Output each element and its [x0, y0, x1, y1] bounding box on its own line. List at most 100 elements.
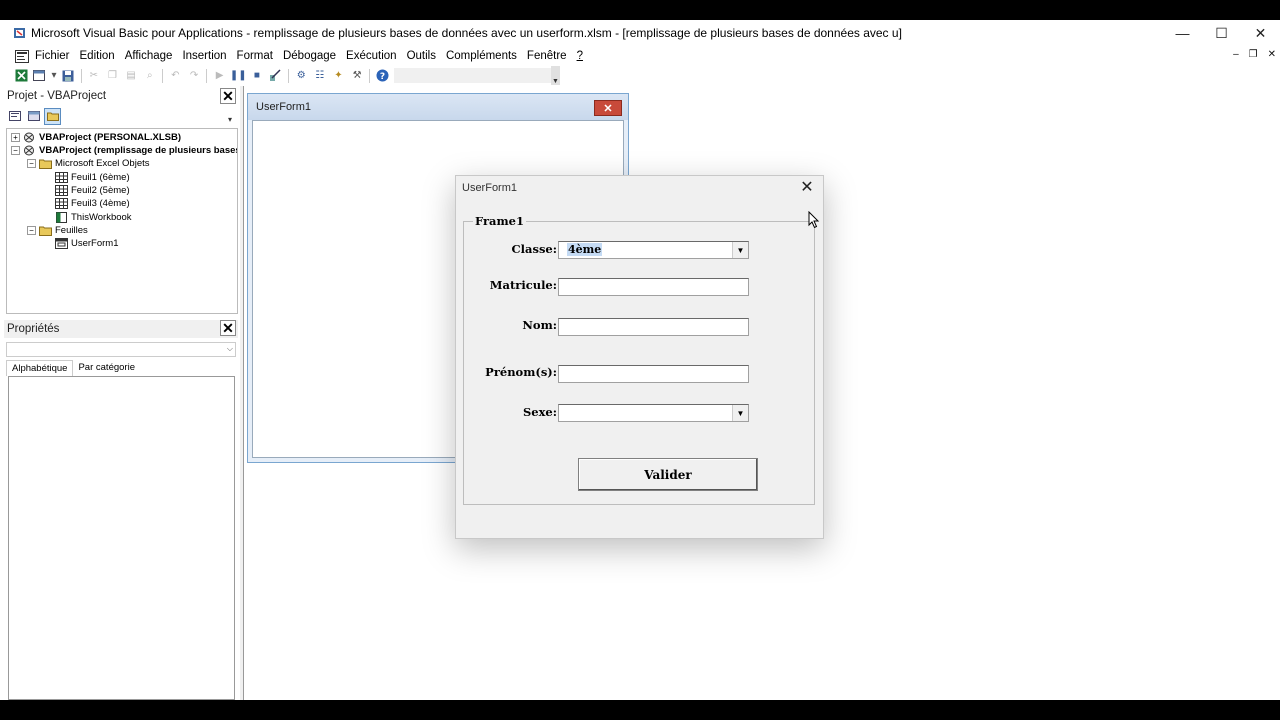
sexe-label: Sexe: [522, 405, 557, 419]
help-icon[interactable]: ? [373, 67, 392, 84]
matricule-label: Matricule: [489, 278, 557, 292]
close-window-button[interactable]: ✕ [1241, 20, 1280, 46]
vba-editor-window: Microsoft Visual Basic pour Applications… [0, 20, 1280, 700]
project-panel-close-button[interactable]: ✕ [220, 88, 236, 104]
tree-node-workbook[interactable]: − VBAProject (remplissage de plusieurs b… [11, 144, 237, 157]
menu-fenetre[interactable]: Fenêtre [527, 50, 567, 62]
properties-window-icon[interactable]: ☷ [311, 67, 330, 84]
folder-icon [39, 225, 52, 236]
collapse-icon[interactable]: − [27, 226, 36, 235]
pause-icon[interactable]: ❚❚ [229, 67, 248, 84]
toolbar-position-field [394, 68, 552, 83]
matricule-field[interactable] [558, 278, 749, 296]
undo-icon[interactable]: ↶ [166, 67, 185, 84]
run-icon[interactable]: ▶ [210, 67, 229, 84]
menu-edition[interactable]: Edition [80, 50, 115, 62]
excel-view-icon[interactable] [12, 67, 31, 84]
userform-design-close-button[interactable]: ✕ [594, 100, 622, 116]
tree-node-thisworkbook[interactable]: ThisWorkbook [55, 211, 132, 224]
toolbar-separator [287, 68, 289, 83]
prenom-field[interactable] [558, 365, 749, 383]
minimize-button[interactable]: — [1163, 20, 1202, 46]
tree-node-feuil2[interactable]: Feuil2 (5ème) [55, 184, 130, 197]
reset-icon[interactable]: ■ [248, 67, 267, 84]
redo-icon[interactable]: ↷ [185, 67, 204, 84]
expand-icon[interactable]: + [11, 133, 20, 142]
mdi-close-button[interactable]: ✕ [1268, 49, 1276, 60]
tree-label: Feuil3 (4ème) [71, 198, 130, 209]
tree-node-feuilles[interactable]: − Feuilles [27, 224, 88, 237]
toolbar-separator [80, 68, 82, 83]
project-toolbar [6, 106, 238, 126]
screen-bottom-bar [0, 700, 1280, 720]
valider-button[interactable]: Valider [578, 458, 758, 491]
menu-debogage[interactable]: Débogage [283, 50, 336, 62]
mdi-minimize-button[interactable]: – [1233, 49, 1239, 60]
menu-complements[interactable]: Compléments [446, 50, 517, 62]
properties-grid [8, 376, 235, 700]
menu-insertion[interactable]: Insertion [182, 50, 226, 62]
vbaproject-icon [23, 145, 36, 156]
maximize-button[interactable]: ☐ [1202, 20, 1241, 46]
menu-execution[interactable]: Exécution [346, 50, 397, 62]
project-tree: + VBAProject (PERSONAL.XLSB) − VBAProjec… [6, 128, 238, 314]
tree-node-personal[interactable]: + VBAProject (PERSONAL.XLSB) [11, 131, 181, 144]
object-browser-icon[interactable]: ✦ [329, 67, 348, 84]
design-mode-icon[interactable] [266, 67, 285, 84]
menu-format[interactable]: Format [237, 50, 273, 62]
tree-label: Feuil1 (6ème) [71, 172, 130, 183]
toolbox-icon[interactable]: ⚒ [348, 67, 367, 84]
cut-icon[interactable]: ✂ [85, 67, 104, 84]
chevron-down-icon[interactable]: ▼ [732, 242, 748, 258]
project-panel-header: Projet - VBAProject ✕ [4, 88, 238, 104]
menu-help[interactable]: ? [577, 50, 583, 62]
frame1: Frame1 Classe: 4ème ▼ Matricule: Nom: Pr… [463, 214, 815, 505]
find-icon[interactable]: ⌕ [140, 67, 159, 84]
userform-dialog: UserForm1 ✕ Frame1 Classe: 4ème ▼ Matric… [455, 175, 824, 539]
properties-panel-close-button[interactable]: ✕ [220, 320, 236, 336]
properties-tabs: Alphabétique Par catégorie [6, 360, 236, 376]
mdi-restore-button[interactable]: ❐ [1249, 49, 1258, 60]
toolbar-separator [369, 68, 371, 83]
tab-par-categorie[interactable]: Par catégorie [73, 360, 140, 376]
frame-caption: Frame1 [473, 214, 526, 228]
code-window-icon[interactable] [15, 49, 29, 63]
toolbar-options-grip[interactable]: ▼ [551, 66, 560, 85]
menu-outils[interactable]: Outils [407, 50, 436, 62]
sexe-combobox[interactable]: ▼ [558, 404, 749, 422]
tree-label: ThisWorkbook [71, 212, 132, 223]
tree-node-excel-objects[interactable]: − Microsoft Excel Objets [27, 157, 150, 170]
menu-affichage[interactable]: Affichage [125, 50, 173, 62]
paste-icon[interactable]: ▤ [122, 67, 141, 84]
vba-app-icon [13, 26, 27, 40]
chevron-down-icon[interactable]: ▼ [732, 405, 748, 421]
tree-node-feuil1[interactable]: Feuil1 (6ème) [55, 171, 130, 184]
worksheet-icon [55, 198, 68, 209]
toggle-folders-icon[interactable] [44, 107, 61, 125]
project-explorer-icon[interactable]: ⚙ [292, 67, 311, 84]
worksheet-icon [55, 185, 68, 196]
view-object-icon[interactable] [25, 108, 42, 125]
tree-label: Microsoft Excel Objets [55, 158, 150, 169]
tree-label: Feuil2 (5ème) [71, 185, 130, 196]
nom-field[interactable] [558, 318, 749, 336]
tree-node-userform1[interactable]: UserForm1 [55, 237, 119, 250]
copy-icon[interactable]: ❐ [103, 67, 122, 84]
userform-icon [55, 238, 68, 249]
classe-combobox[interactable]: 4ème ▼ [558, 241, 749, 259]
tree-label: VBAProject (PERSONAL.XLSB) [39, 132, 181, 143]
screen-top-bar [0, 0, 1280, 20]
dialog-close-button[interactable]: ✕ [799, 179, 815, 196]
insert-userform-icon[interactable] [30, 67, 49, 84]
tree-node-feuil3[interactable]: Feuil3 (4ème) [55, 197, 130, 210]
collapse-icon[interactable]: − [27, 159, 36, 168]
view-code-icon[interactable] [6, 108, 23, 125]
collapse-icon[interactable]: − [11, 146, 20, 155]
menu-fichier[interactable]: Fichier [35, 50, 70, 62]
save-icon[interactable] [59, 67, 78, 84]
tab-alphabetique[interactable]: Alphabétique [6, 360, 74, 376]
insert-dropdown-icon[interactable]: ▾ [49, 67, 59, 84]
tree-scroll-arrow-icon[interactable]: ▾ [228, 115, 232, 124]
worksheet-icon [55, 172, 68, 183]
properties-object-selector[interactable]: ⌵ [6, 342, 236, 357]
